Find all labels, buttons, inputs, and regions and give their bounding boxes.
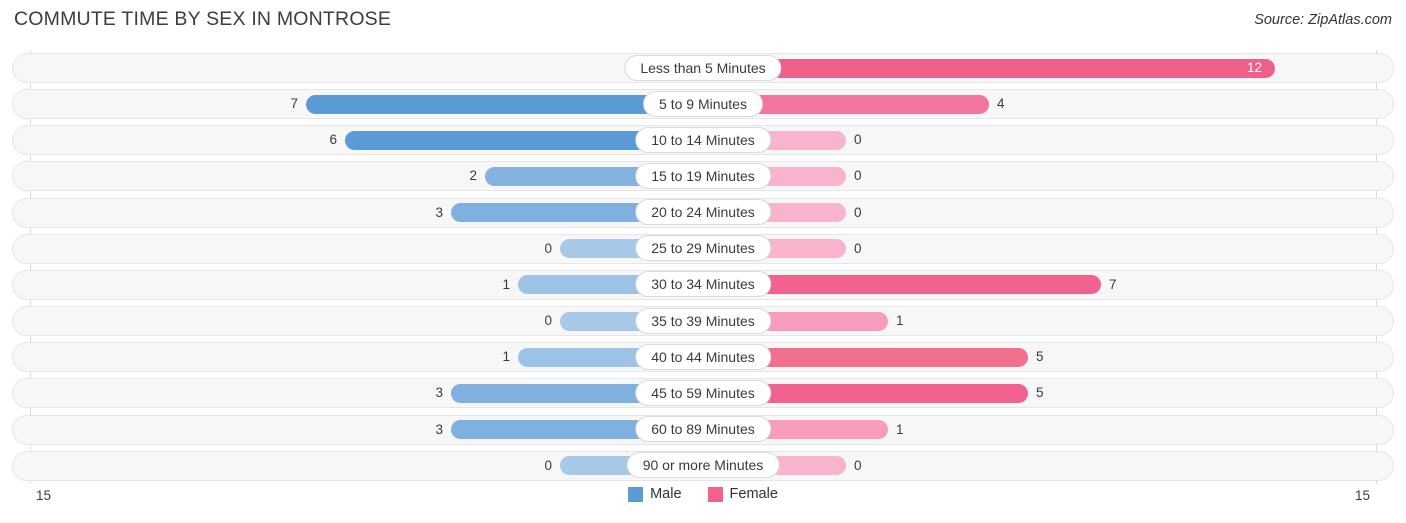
- table-row[interactable]: 2 0 15 to 19 Minutes: [0, 158, 1406, 194]
- value-label-male: 0: [544, 240, 552, 256]
- category-label: 35 to 39 Minutes: [635, 307, 771, 334]
- category-label: 45 to 59 Minutes: [635, 379, 771, 406]
- value-label-female: 0: [854, 168, 862, 184]
- value-label-male: 2: [469, 168, 477, 184]
- category-label: 25 to 29 Minutes: [635, 235, 771, 262]
- value-label-female: 1: [896, 313, 904, 329]
- category-label: 5 to 9 Minutes: [643, 90, 763, 117]
- legend-swatch-icon: [707, 486, 723, 502]
- page-title: COMMUTE TIME BY SEX IN MONTROSE: [14, 8, 392, 30]
- value-label-male: 1: [502, 276, 510, 292]
- legend-item[interactable]: Male: [628, 486, 682, 502]
- bar-rows: 012Less than 5 Minutes745 to 9 Minutes60…: [0, 50, 1406, 484]
- table-row[interactable]: 3 5 45 to 59 Minutes: [0, 375, 1406, 411]
- table-row[interactable]: 1 7 30 to 34 Minutes: [0, 267, 1406, 303]
- value-label-female: 7: [1109, 276, 1117, 292]
- legend-item[interactable]: Female: [707, 486, 778, 502]
- table-row[interactable]: 012Less than 5 Minutes: [0, 50, 1406, 86]
- category-label: 40 to 44 Minutes: [635, 343, 771, 370]
- legend-label: Female: [729, 486, 778, 502]
- table-row[interactable]: 0 0 25 to 29 Minutes: [0, 231, 1406, 267]
- table-row[interactable]: 3 1 60 to 89 Minutes: [0, 412, 1406, 448]
- value-label-male: 0: [544, 313, 552, 329]
- plot-area: 012Less than 5 Minutes745 to 9 Minutes60…: [0, 50, 1406, 484]
- chart-legend: Male Female: [0, 486, 1406, 502]
- value-label-female: 0: [854, 457, 862, 473]
- category-label: Less than 5 Minutes: [624, 54, 782, 81]
- value-label-male: 7: [290, 96, 298, 112]
- value-label-female: 12: [1247, 60, 1263, 75]
- value-label-male: 3: [435, 204, 443, 220]
- category-label: 20 to 24 Minutes: [635, 199, 771, 226]
- category-label: 90 or more Minutes: [626, 452, 780, 479]
- table-row[interactable]: 7 4 5 to 9 Minutes: [0, 86, 1406, 122]
- value-label-female: 5: [1036, 349, 1044, 365]
- value-label-male: 0: [544, 457, 552, 473]
- value-label-male: 6: [329, 132, 337, 148]
- value-label-female: 0: [854, 204, 862, 220]
- category-label: 30 to 34 Minutes: [635, 271, 771, 298]
- table-row[interactable]: 3 0 20 to 24 Minutes: [0, 195, 1406, 231]
- chart-page: COMMUTE TIME BY SEX IN MONTROSE Source: …: [0, 0, 1406, 523]
- value-label-female: 0: [854, 132, 862, 148]
- bar-female[interactable]: [703, 58, 1275, 78]
- legend-swatch-icon: [628, 486, 644, 502]
- value-label-male: 3: [435, 385, 443, 401]
- category-label: 60 to 89 Minutes: [635, 416, 771, 443]
- value-label-male: 3: [435, 421, 443, 437]
- category-label: 15 to 19 Minutes: [635, 162, 771, 189]
- value-label-female: 4: [997, 96, 1005, 112]
- table-row[interactable]: 1 5 40 to 44 Minutes: [0, 339, 1406, 375]
- table-row[interactable]: 0 1 35 to 39 Minutes: [0, 303, 1406, 339]
- category-label: 10 to 14 Minutes: [635, 126, 771, 153]
- value-label-female: 0: [854, 240, 862, 256]
- value-label-male: 1: [502, 349, 510, 365]
- legend-label: Male: [650, 486, 682, 502]
- table-row[interactable]: 6 0 10 to 14 Minutes: [0, 122, 1406, 158]
- value-label-female: 1: [896, 421, 904, 437]
- value-label-female: 5: [1036, 385, 1044, 401]
- source-attribution: Source: ZipAtlas.com: [1254, 12, 1392, 28]
- table-row[interactable]: 0 0 90 or more Minutes: [0, 448, 1406, 484]
